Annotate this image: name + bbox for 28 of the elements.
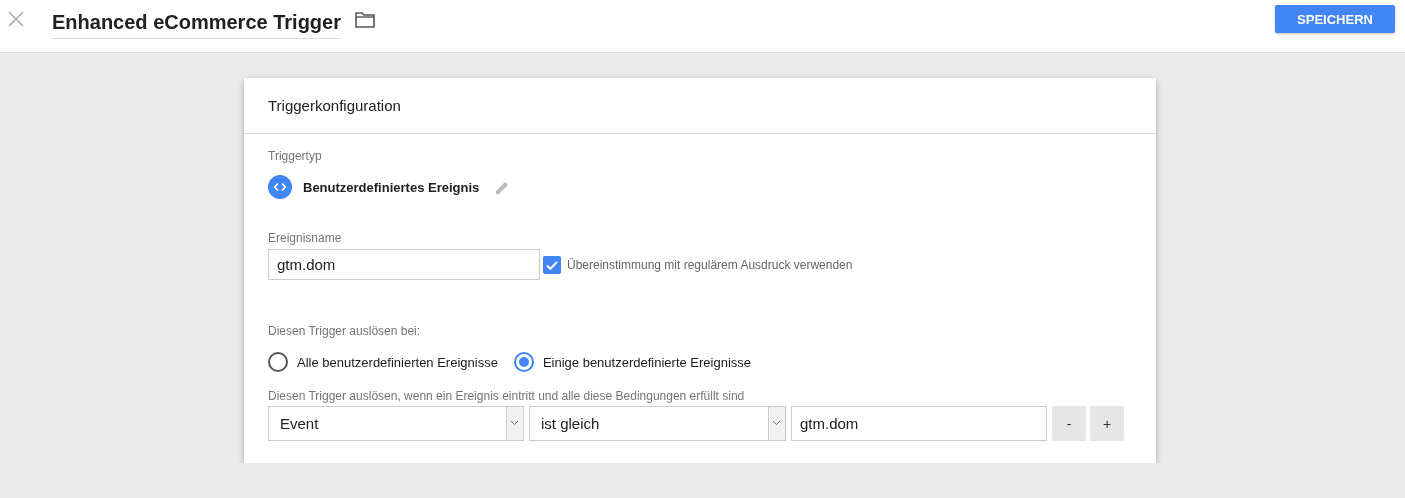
tag-title[interactable]: Enhanced eCommerce Trigger (52, 11, 341, 39)
folder-icon[interactable] (355, 12, 375, 28)
code-icon (268, 175, 292, 199)
field-label: Diesen Trigger auslösen bei: (268, 324, 422, 338)
dropdown-value: Event (280, 415, 319, 432)
close-icon[interactable] (8, 11, 24, 27)
caret-icon (506, 407, 523, 440)
variable-dropdown[interactable]: Event (268, 406, 524, 441)
field-label: Diesen Trigger auslösen, wenn ein Ereignis eintritt und alle diese Bedingungen erfüllt sind (268, 389, 746, 403)
field-label: Ereignisname (268, 231, 343, 245)
pencil-icon[interactable] (496, 180, 510, 194)
dropdown-value: ist gleich (541, 415, 600, 432)
checkbox[interactable] (543, 255, 561, 274)
radio-label: Alle benutzerdefinierten Ereignisse (297, 354, 498, 370)
radio-button[interactable] (268, 352, 288, 372)
card-title: Triggerkonfiguration (244, 78, 1156, 134)
caret-icon (768, 407, 785, 440)
event-name-field[interactable]: gtm.dom (268, 249, 540, 280)
radio-label: Einige benutzerdefinierte Ereignisse (542, 354, 752, 370)
operator-dropdown[interactable]: ist gleich (529, 406, 786, 441)
trigger-type-name: Benutzerdefiniertes Ereignis (303, 179, 480, 195)
save-button[interactable]: SPEICHERN (1275, 5, 1395, 33)
value-field[interactable]: gtm.dom (791, 406, 1047, 441)
radio-button[interactable] (513, 352, 534, 372)
remove-condition-button[interactable]: - (1052, 406, 1086, 441)
checkbox-label: Übereinstimmung mit regulärem Ausdruck verwenden (567, 257, 853, 272)
field-label: Triggertyp (268, 149, 323, 163)
add-condition-button[interactable]: + (1090, 406, 1124, 441)
